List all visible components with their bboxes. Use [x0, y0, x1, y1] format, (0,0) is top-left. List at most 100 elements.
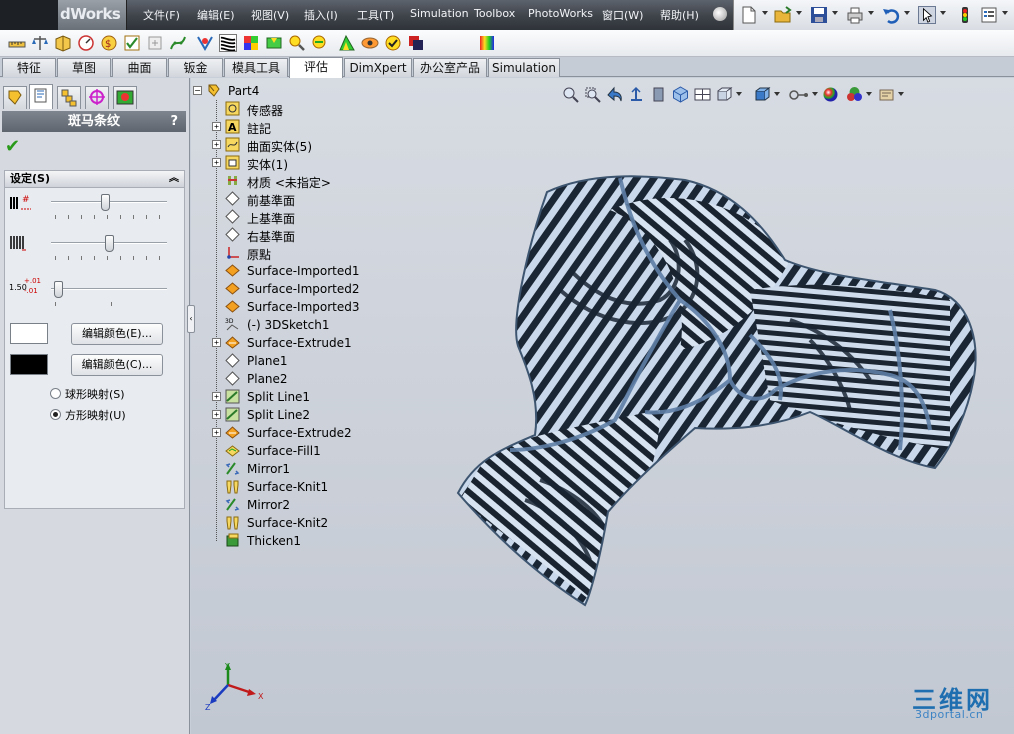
deviation-analysis-icon[interactable]	[196, 34, 214, 52]
dynamic-annotation-icon[interactable]	[650, 86, 667, 103]
tab-office-products[interactable]: 办公室产品	[413, 58, 487, 77]
precision-slider[interactable]	[54, 281, 64, 298]
tree-item[interactable]: + Surface-Extrude1	[192, 334, 422, 352]
collapse-chevron-icon[interactable]: ︽	[169, 171, 179, 187]
undercut-icon[interactable]	[265, 34, 283, 52]
edit-color-e-button[interactable]: 编辑颜色(E)...	[71, 323, 163, 345]
zoom-to-area-icon[interactable]	[584, 86, 601, 103]
edit-appearance-icon[interactable]	[822, 86, 839, 103]
menu-file[interactable]: 文件(F)	[143, 7, 180, 23]
tab-sketch[interactable]: 草图	[57, 58, 111, 77]
menu-window[interactable]: 窗口(W)	[602, 7, 643, 23]
background-color-swatch[interactable]	[10, 354, 48, 375]
tab-dimxpert[interactable]: DimXpert	[344, 58, 412, 77]
tree-item[interactable]: + 实体(1)	[192, 154, 422, 172]
section-view-icon[interactable]	[628, 86, 645, 103]
save-icon[interactable]	[810, 6, 828, 24]
tree-item[interactable]: + Surface-Extrude2	[192, 424, 422, 442]
tree-item[interactable]: 材质 <未指定>	[192, 172, 422, 190]
menu-simulation[interactable]: Simulation	[410, 7, 469, 20]
stripe-count-slider[interactable]	[101, 194, 111, 211]
tree-item[interactable]: + Split Line2	[192, 406, 422, 424]
tree-item[interactable]: 右基準面	[192, 226, 422, 244]
menu-toolbox[interactable]: Toolbox	[474, 7, 515, 20]
ok-check-icon[interactable]: ✔	[5, 136, 20, 157]
tab-features[interactable]: 特征	[2, 58, 56, 77]
tab-configuration-manager[interactable]	[57, 86, 81, 109]
tree-item[interactable]: Plane2	[192, 370, 422, 388]
tree-item[interactable]: Surface-Knit1	[192, 478, 422, 496]
tree-item[interactable]: + Split Line1	[192, 388, 422, 406]
rendering-icon[interactable]	[478, 34, 496, 52]
undo-dropdown-arrow[interactable]	[904, 11, 910, 15]
tab-dimxpert-manager[interactable]	[85, 86, 109, 109]
expand-toggle[interactable]: +	[212, 410, 221, 419]
tree-item[interactable]: Surface-Knit2	[192, 514, 422, 532]
tab-surfaces[interactable]: 曲面	[112, 58, 167, 77]
square-mapping-radio[interactable]	[50, 409, 61, 420]
curvature-icon[interactable]	[169, 34, 187, 52]
select-dropdown-arrow[interactable]	[940, 11, 946, 15]
display-modes-dropdown-arrow[interactable]	[812, 92, 818, 96]
apply-scene-icon[interactable]	[846, 86, 863, 103]
tree-item[interactable]: Mirror1	[192, 460, 422, 478]
root-collapse-toggle[interactable]: −	[193, 86, 202, 95]
stripe-color-swatch[interactable]	[10, 323, 48, 344]
expand-toggle[interactable]: +	[212, 122, 221, 131]
tree-item[interactable]: Thicken1	[192, 532, 422, 550]
menu-insert[interactable]: 插入(I)	[304, 7, 338, 23]
menu-edit[interactable]: 编辑(E)	[197, 7, 235, 23]
print-icon[interactable]	[846, 6, 864, 24]
draft-analysis-icon[interactable]	[338, 34, 356, 52]
app-logo[interactable]: dWorks	[0, 0, 127, 30]
tree-item[interactable]: Surface-Imported1	[192, 262, 422, 280]
curvature-color-icon[interactable]	[242, 34, 260, 52]
tree-item[interactable]: Mirror2	[192, 496, 422, 514]
help-button[interactable]: ?	[170, 111, 178, 132]
view-orientation-icon[interactable]	[672, 86, 689, 103]
view-settings-dropdown-arrow[interactable]	[898, 92, 904, 96]
display-style-dropdown-arrow[interactable]	[736, 92, 742, 96]
select-pointer-icon[interactable]	[918, 6, 936, 24]
menu-help[interactable]: 帮助(H)	[660, 7, 699, 23]
tab-mold-tools[interactable]: 模具工具	[224, 58, 288, 77]
mass-properties-icon[interactable]	[31, 34, 49, 52]
open-dropdown-arrow[interactable]	[796, 11, 802, 15]
previous-view-icon[interactable]	[606, 86, 623, 103]
pin-menu-icon[interactable]	[713, 7, 727, 21]
section-properties-icon[interactable]	[54, 34, 72, 52]
geometry-analysis-icon[interactable]	[288, 34, 306, 52]
expand-toggle[interactable]: +	[212, 392, 221, 401]
save-dropdown-arrow[interactable]	[832, 11, 838, 15]
tree-item[interactable]: 原點	[192, 244, 422, 262]
menu-photoworks[interactable]: PhotoWorks	[528, 7, 593, 20]
tree-item[interactable]: Surface-Fill1	[192, 442, 422, 460]
tree-item[interactable]: 上基準面	[192, 208, 422, 226]
expand-toggle[interactable]: +	[212, 158, 221, 167]
sensor-icon[interactable]	[77, 34, 95, 52]
tab-sheet-metal[interactable]: 钣金	[168, 58, 223, 77]
display-modes-icon[interactable]	[788, 86, 810, 103]
settings-header[interactable]: 设定(S) ︽	[5, 171, 184, 188]
tree-item[interactable]: + 曲面实体(5)	[192, 136, 422, 154]
tab-feature-manager[interactable]	[3, 86, 27, 109]
open-folder-icon[interactable]	[774, 6, 792, 24]
edit-color-c-button[interactable]: 编辑颜色(C)...	[71, 354, 163, 376]
zebra-stripes-icon[interactable]	[219, 34, 237, 52]
expand-toggle[interactable]: +	[212, 140, 221, 149]
import-diagnostics-icon[interactable]	[146, 34, 164, 52]
hide-show-dropdown-arrow[interactable]	[774, 92, 780, 96]
symmetry-check-icon[interactable]	[361, 34, 379, 52]
tree-item[interactable]: 传感器	[192, 100, 422, 118]
tree-item[interactable]: 3D (-) 3DSketch1	[192, 316, 422, 334]
tree-item[interactable]: 前基準面	[192, 190, 422, 208]
view-layout-icon[interactable]	[694, 86, 711, 103]
interference-icon[interactable]	[407, 34, 425, 52]
undo-icon[interactable]	[882, 6, 900, 24]
view-settings-icon[interactable]	[878, 86, 895, 103]
tree-root-label[interactable]: Part4	[228, 84, 259, 98]
tree-item[interactable]: Plane1	[192, 352, 422, 370]
tree-item[interactable]: Surface-Imported2	[192, 280, 422, 298]
compare-documents-icon[interactable]	[384, 34, 402, 52]
new-document-icon[interactable]	[740, 6, 758, 24]
